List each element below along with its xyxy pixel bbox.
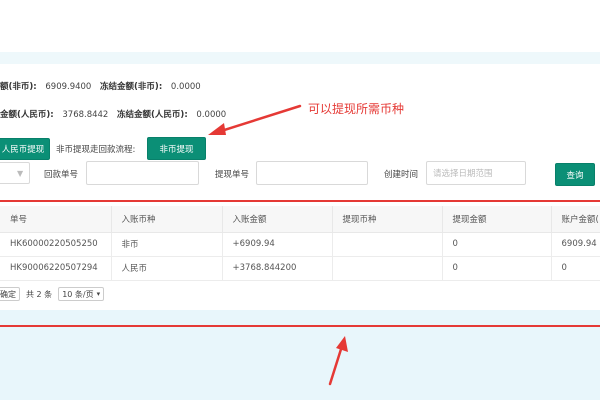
cell-in-amount: +3768.844200 [222,256,333,281]
annotation-text: 可以提现所需币种 [308,102,405,116]
cell-in-currency: 人民币 [111,256,223,281]
foreign-frozen-label: 冻结金额(非币): [100,82,163,92]
cell-withdraw-currency [332,256,443,281]
foreign-frozen-value: 0.0000 [170,82,201,92]
page-size-select[interactable]: 10 条/页 ▾ [58,287,105,301]
rmb-available-label: 金额(人民币): [0,110,54,120]
foreign-available-value: 6909.9400 [45,82,92,92]
rmb-balance-row: 金额(人民币): 3768.8442 冻结金额(人民币): 0.0000 [0,108,226,120]
cell-account-amount: 0 [551,256,600,281]
col-order-no: 单号 [0,206,112,233]
pagination: 确定 共 2 条 10 条/页 ▾ [0,287,105,301]
page-size-value: 10 条/页 [62,289,94,299]
records-table: 单号 入账币种 入账金额 提现币种 提现金额 账户金额( HK600002205… [0,206,600,281]
date-range-input[interactable]: 请选择日期范围 [426,161,526,185]
cell-order-no: HK90006220507294 [0,256,112,281]
withdraw-no-label: 提现单号 [215,170,250,180]
cell-withdraw-amount: 0 [442,232,552,257]
col-withdraw-currency: 提现币种 [332,206,443,233]
rmb-available-value: 3768.8442 [62,110,109,120]
cell-order-no: HK60000220505250 [0,232,112,257]
foreign-flow-label: 非币提现走回款流程: [56,145,136,155]
withdraw-no-input[interactable] [256,161,368,185]
cell-in-amount: +6909.94 [222,232,333,257]
annotation-arrow-up-icon [328,336,348,386]
table-header-row: 单号 入账币种 入账金额 提现币种 提现金额 账户金额( [0,206,600,233]
cell-withdraw-currency [332,232,443,257]
pager-total: 共 2 条 [26,289,53,299]
pager-confirm-button[interactable]: 确定 [0,287,20,301]
return-no-input[interactable] [86,161,199,185]
table-row[interactable]: HK60000220505250 非币 +6909.94 0 6909.94 [0,232,600,257]
rmb-frozen-label: 冻结金额(人民币): [117,110,188,120]
col-in-currency: 入账币种 [111,206,223,233]
page-background [0,310,600,400]
table-row[interactable]: HK90006220507294 人民币 +3768.844200 0 0 [0,256,600,281]
col-in-amount: 入账金额 [222,206,333,233]
top-bar [0,0,600,52]
chevron-down-icon: ▾ [96,290,101,298]
cell-account-amount: 6909.94 [551,232,600,257]
foreign-balance-row: 额(非币): 6909.9400 冻结金额(非币): 0.0000 [0,80,201,92]
query-button[interactable]: 查询 [555,163,595,186]
cell-in-currency: 非币 [111,232,223,257]
col-withdraw-amount: 提现金额 [442,206,552,233]
highlight-line-top [0,200,600,202]
return-no-label: 回款单号 [44,170,79,180]
rmb-withdraw-button[interactable]: 人民币提现 [0,138,50,160]
annotation-arrow-icon [208,104,302,135]
created-time-label: 创建时间 [384,170,419,180]
highlight-line-bottom [0,325,600,327]
foreign-available-label: 额(非币): [0,82,37,92]
cell-withdraw-amount: 0 [442,256,552,281]
currency-select[interactable]: ▼ [0,162,30,184]
foreign-withdraw-button[interactable]: 非币提现 [147,137,206,160]
chevron-down-icon: ▼ [17,168,24,178]
col-account-amount: 账户金额( [551,206,600,233]
separator-band [0,52,600,64]
